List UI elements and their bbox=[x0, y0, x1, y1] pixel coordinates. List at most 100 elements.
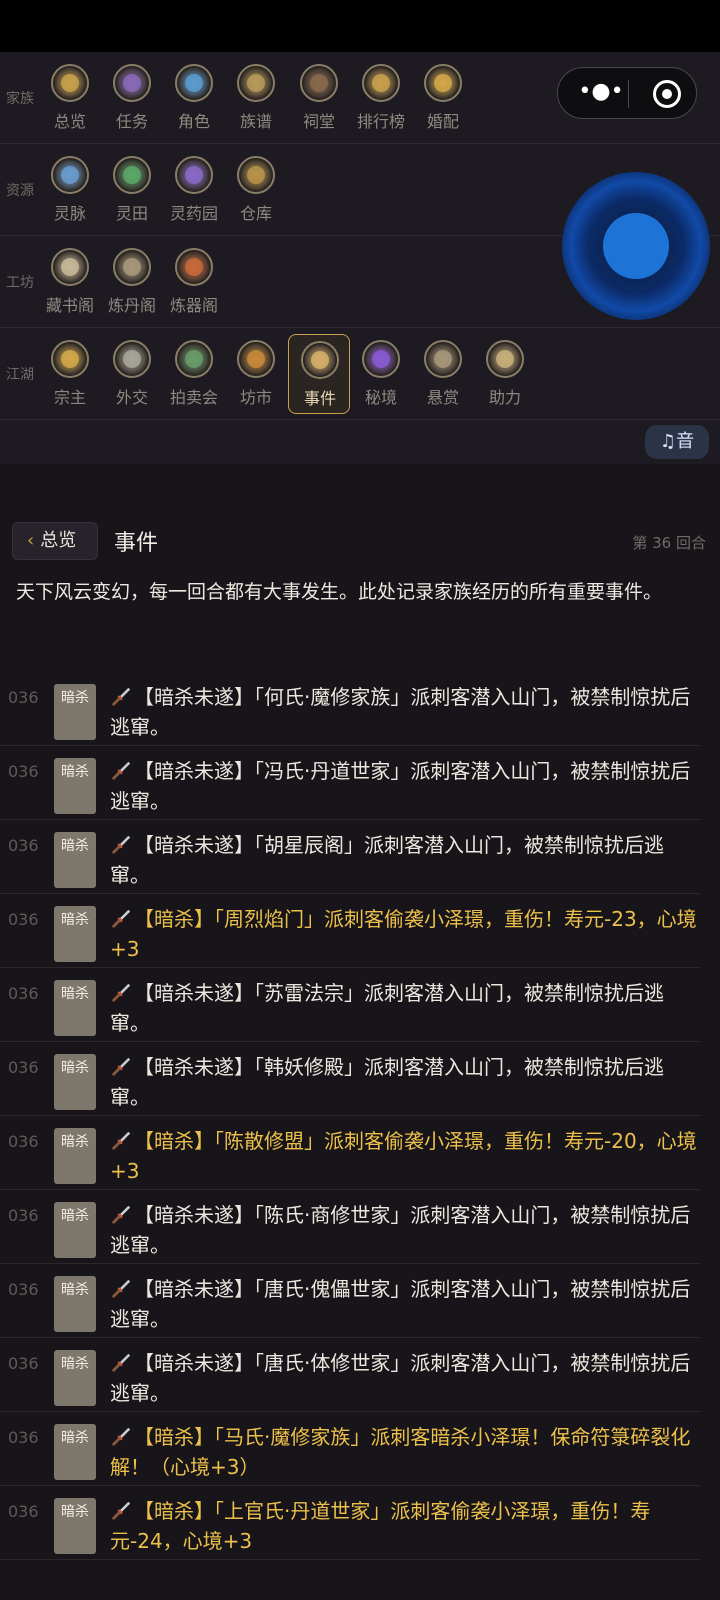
market-medal-icon bbox=[237, 340, 275, 378]
nav-item[interactable]: 拍卖会 bbox=[163, 334, 225, 414]
nav-item[interactable]: 婚配 bbox=[412, 58, 474, 138]
event-text: 【暗杀】「陈散修盟」派刺客偷袭小泽璟，重伤！寿元-20，心境+3 bbox=[110, 1126, 698, 1186]
event-turn: 036 bbox=[8, 984, 39, 1003]
dagger-icon bbox=[110, 1203, 132, 1225]
nav-item[interactable]: 宗主 bbox=[39, 334, 101, 414]
event-turn: 036 bbox=[8, 688, 39, 707]
ranking-medal-icon bbox=[362, 64, 400, 102]
medal-core bbox=[372, 350, 390, 368]
medal-core bbox=[123, 74, 141, 92]
marriage-medal-icon bbox=[424, 64, 462, 102]
forge-medal-icon bbox=[175, 248, 213, 286]
medal-core bbox=[247, 166, 265, 184]
nav-item[interactable]: 炼丹阁 bbox=[101, 242, 163, 322]
event-message: 【暗杀】「马氏·魔修家族」派刺客暗杀小泽璟！保命符箓碎裂化解！（心境+3） bbox=[110, 1425, 691, 1479]
page-title: 事件 bbox=[114, 531, 159, 556]
nav-item[interactable]: 悬赏 bbox=[412, 334, 474, 414]
nav-item[interactable]: 助力 bbox=[474, 334, 536, 414]
character-medal-icon bbox=[175, 64, 213, 102]
spirit-field-medal-icon bbox=[113, 156, 151, 194]
sect-leader-medal-icon bbox=[51, 340, 89, 378]
ancestral-hall-medal-icon bbox=[300, 64, 338, 102]
medal-core bbox=[372, 74, 390, 92]
medal-core bbox=[185, 350, 203, 368]
music-note-icon: ♫ bbox=[659, 431, 677, 452]
more-options-icon[interactable]: •●• bbox=[576, 77, 626, 107]
diplomacy-medal-icon bbox=[113, 340, 151, 378]
event-turn: 036 bbox=[8, 1502, 39, 1521]
medal-core bbox=[311, 351, 329, 369]
nav-item[interactable]: 角色 bbox=[163, 58, 225, 138]
dagger-icon bbox=[110, 833, 132, 855]
medal-core bbox=[61, 258, 79, 276]
medal-core bbox=[247, 74, 265, 92]
event-row: 036 暗杀 【暗杀未遂】「韩妖修殿」派刺客潜入山门，被禁制惊扰后逃窜。 bbox=[0, 1042, 700, 1116]
nav-row-label: 工坊 bbox=[6, 275, 34, 291]
event-turn: 036 bbox=[8, 1058, 39, 1077]
nav-item[interactable]: 总览 bbox=[39, 58, 101, 138]
nav-item-label: 炼器阁 bbox=[169, 296, 218, 315]
event-tag: 暗杀 bbox=[54, 1054, 96, 1110]
assist-medal-icon bbox=[486, 340, 524, 378]
alchemy-medal-icon bbox=[113, 248, 151, 286]
dagger-icon bbox=[110, 1351, 132, 1373]
overview-medal-icon bbox=[51, 64, 89, 102]
nav-item[interactable]: 灵脉 bbox=[39, 150, 101, 230]
dagger-icon bbox=[110, 1425, 132, 1447]
event-text: 【暗杀】「上官氏·丹道世家」派刺客偷袭小泽璟，重伤！寿元-24，心境+3 bbox=[110, 1496, 698, 1556]
medal-core bbox=[247, 350, 265, 368]
nav-item[interactable]: 排行榜 bbox=[350, 58, 412, 138]
nav-item[interactable]: 祠堂 bbox=[288, 58, 350, 138]
nav-item[interactable]: 灵田 bbox=[101, 150, 163, 230]
medal-core bbox=[185, 258, 203, 276]
dagger-icon bbox=[110, 1055, 132, 1077]
dagger-icon bbox=[110, 981, 132, 1003]
nav-item[interactable]: 事件 bbox=[288, 334, 350, 414]
music-toggle-button[interactable]: ♫音 bbox=[645, 425, 709, 459]
medal-core bbox=[123, 350, 141, 368]
medal-core bbox=[185, 74, 203, 92]
event-message: 【暗杀未遂】「陈氏·商修世家」派刺客潜入山门，被禁制惊扰后逃窜。 bbox=[110, 1203, 691, 1257]
nav-item[interactable]: 炼器阁 bbox=[163, 242, 225, 322]
event-row: 036 暗杀 【暗杀】「周烈焰门」派刺客偷袭小泽璟，重伤！寿元-23，心境+3 bbox=[0, 894, 700, 968]
event-text: 【暗杀】「周烈焰门」派刺客偷袭小泽璟，重伤！寿元-23，心境+3 bbox=[110, 904, 698, 964]
nav-item[interactable]: 秘境 bbox=[350, 334, 412, 414]
event-list[interactable]: 036 暗杀 【暗杀未遂】「何氏·魔修家族」派刺客潜入山门，被禁制惊扰后逃窜。 036… bbox=[0, 640, 720, 1600]
event-turn: 036 bbox=[8, 1280, 39, 1299]
event-turn: 036 bbox=[8, 1206, 39, 1225]
nav-item[interactable]: 外交 bbox=[101, 334, 163, 414]
event-row: 036 暗杀 【暗杀】「马氏·魔修家族」派刺客暗杀小泽璟！保命符箓碎裂化解！（心境+… bbox=[0, 1412, 700, 1486]
nav-item[interactable]: 坊市 bbox=[225, 334, 287, 414]
event-tag: 暗杀 bbox=[54, 906, 96, 962]
close-target-icon[interactable] bbox=[653, 80, 681, 108]
medal-core bbox=[434, 74, 452, 92]
event-turn: 036 bbox=[8, 910, 39, 929]
dagger-icon bbox=[110, 907, 132, 929]
back-to-overview-button[interactable]: ‹ 总览 bbox=[12, 522, 98, 560]
warehouse-medal-icon bbox=[237, 156, 275, 194]
event-tag: 暗杀 bbox=[54, 1128, 96, 1184]
nav-item[interactable]: 任务 bbox=[101, 58, 163, 138]
event-message: 【暗杀未遂】「唐氏·傀儡世家」派刺客潜入山门，被禁制惊扰后逃窜。 bbox=[110, 1277, 691, 1331]
event-row: 036 暗杀 【暗杀未遂】「苏雷法宗」派刺客潜入山门，被禁制惊扰后逃窜。 bbox=[0, 968, 700, 1042]
bounty-medal-icon bbox=[424, 340, 462, 378]
joystick-knob[interactable] bbox=[603, 213, 669, 279]
nav-item[interactable]: 灵药园 bbox=[163, 150, 225, 230]
medal-core bbox=[185, 166, 203, 184]
floating-joystick[interactable] bbox=[562, 172, 710, 320]
auction-medal-icon bbox=[175, 340, 213, 378]
nav-item[interactable]: 仓库 bbox=[225, 150, 287, 230]
event-row: 036 暗杀 【暗杀未遂】「胡星辰阁」派刺客潜入山门，被禁制惊扰后逃窜。 bbox=[0, 820, 700, 894]
event-turn: 036 bbox=[8, 836, 39, 855]
event-tag: 暗杀 bbox=[54, 832, 96, 888]
dagger-icon bbox=[110, 685, 132, 707]
medal-core bbox=[434, 350, 452, 368]
event-tag: 暗杀 bbox=[54, 758, 96, 814]
nav-item[interactable]: 藏书阁 bbox=[39, 242, 101, 322]
event-text: 【暗杀】「马氏·魔修家族」派刺客暗杀小泽璟！保命符箓碎裂化解！（心境+3） bbox=[110, 1422, 698, 1482]
nav-item[interactable]: 族谱 bbox=[225, 58, 287, 138]
nav-item-label: 助力 bbox=[488, 388, 521, 407]
event-tag: 暗杀 bbox=[54, 1202, 96, 1258]
status-bar bbox=[0, 0, 720, 52]
event-message: 【暗杀未遂】「冯氏·丹道世家」派刺客潜入山门，被禁制惊扰后逃窜。 bbox=[110, 759, 691, 813]
